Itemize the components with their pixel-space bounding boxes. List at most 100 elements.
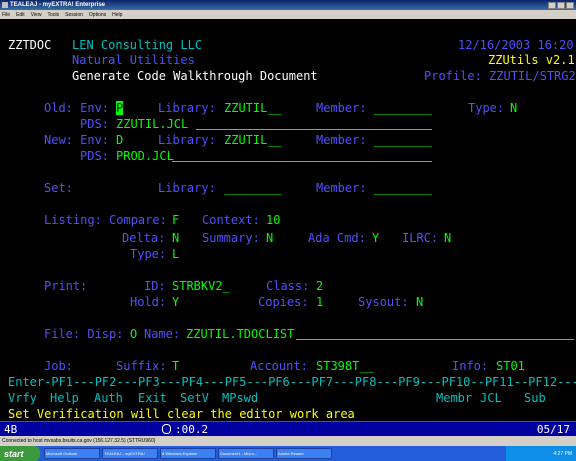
job-label: Job: [44,359,73,373]
pfkey-exit[interactable]: Exit [138,391,167,405]
file-name-field[interactable]: ZZUTIL.TDOCLIST [186,327,294,341]
file-disp-label: File: Disp: [44,327,124,341]
old-env-label: Old: Env: [44,101,110,115]
new-library-label: Library: [158,133,216,147]
start-label: start [4,448,24,459]
old-member-field[interactable]: ________ [374,101,432,115]
job-suffix-label: Suffix: [116,359,167,373]
old-env-field[interactable]: P [116,101,124,115]
print-label: Print: [44,279,88,293]
listing-summary-label: Summary: [202,231,260,245]
old-library-field[interactable]: ZZUTIL__ [224,101,282,115]
program-id: ZZTDOC [8,38,52,52]
task-item[interactable]: 8 Windows Explorer [160,448,216,459]
new-member-label: Member: [316,133,367,147]
file-name-underline [296,327,574,340]
new-pds-underline [172,149,432,162]
pfkey-membr[interactable]: Membr [436,391,472,405]
listing-delta-label: Delta: [122,231,166,245]
listing-compare-label: Listing: Compare: [44,213,167,227]
system-tray: 4:27 PM [506,446,576,461]
minimize-icon[interactable] [548,1,556,9]
new-member-field[interactable]: ________ [374,133,432,147]
header-date: 12/16/2003 16:20 [458,38,574,52]
set-library-label: Library: [158,181,216,195]
start-button[interactable]: start [0,446,40,461]
listing-delta-field[interactable]: N [172,231,179,245]
menu-view[interactable]: View [31,12,42,18]
pfkey-jcl[interactable]: JCL [480,391,502,405]
pfkey-sub[interactable]: Sub [524,391,546,405]
window-controls [548,1,574,9]
window-title: TEALEAJ - myEXTRA! Enterprise [10,2,106,8]
job-account-field[interactable]: ST398T__ [316,359,374,373]
new-env-label: New: Env: [44,133,110,147]
clock[interactable]: 4:27 PM [553,451,572,457]
menu-file[interactable]: File [2,12,10,18]
message-line: Set Verification will clear the editor w… [8,407,355,421]
set-member-field[interactable]: ________ [374,181,432,195]
job-info-field[interactable]: ST01 [496,359,525,373]
listing-ilrc-label: ILRC: [402,231,439,245]
print-hold-field[interactable]: Y [172,295,179,309]
cursor-position: 05/17 [536,423,570,436]
task-item[interactable]: Adobe Reader [276,448,332,459]
old-member-label: Member: [316,101,367,115]
listing-summary-field[interactable]: N [266,231,273,245]
new-pds-label: PDS: [80,149,109,163]
listing-type-label: Type: [130,247,167,261]
page-title: Generate Code Walkthrough Document [72,69,318,83]
app-icon [2,2,8,8]
set-label: Set: [44,181,73,195]
task-list: Microsoft Outlook TEALEAJ - myEXTRA! 8 W… [44,448,332,459]
menu-options[interactable]: Options [89,12,106,18]
close-icon[interactable] [566,1,574,9]
listing-type-field[interactable]: L [172,247,179,261]
menu-tools[interactable]: Tools [47,12,59,18]
print-copies-field[interactable]: 1 [316,295,323,309]
new-library-field[interactable]: ZZUTIL__ [224,133,282,147]
connection-status: Connected to host mvsabs.bsuits.ca.gov (… [0,436,576,446]
pfkey-line: Enter-PF1---PF2---PF3---PF4---PF5---PF6-… [8,375,576,389]
maximize-icon[interactable] [557,1,565,9]
file-disp-field[interactable]: O [130,327,137,341]
print-sysout-field[interactable]: N [416,295,423,309]
old-pds-underline [196,117,432,130]
pfkey-mpswd[interactable]: MPswd [222,391,258,405]
new-env-field[interactable]: D [116,133,123,147]
listing-ilrc-field[interactable]: N [444,231,451,245]
listing-compare-field[interactable]: F [172,213,179,227]
pfkey-setv[interactable]: SetV [180,391,209,405]
listing-context-label: Context: [202,213,260,227]
window-titlebar[interactable]: TEALEAJ - myEXTRA! Enterprise [0,0,576,10]
listing-adacmd-label: Ada Cmd: [308,231,366,245]
listing-context-field[interactable]: 10 [266,213,280,227]
set-library-field[interactable]: ________ [224,181,282,195]
pfkey-auth[interactable]: Auth [94,391,123,405]
old-pds-field[interactable]: ZZUTIL.JCL [116,117,188,131]
old-type-label: Type: [468,101,505,115]
menu-session[interactable]: Session [65,12,83,18]
job-account-label: Account: [250,359,308,373]
print-hold-label: Hold: [130,295,167,309]
job-suffix-field[interactable]: T [172,359,179,373]
print-copies-label: Copies: [258,295,309,309]
menu-help[interactable]: Help [112,12,122,18]
pfkey-vrfy[interactable]: Vrfy [8,391,37,405]
print-id-field[interactable]: STRBKV2_ [172,279,230,293]
old-pds-label: PDS: [80,117,109,131]
file-name-label: Name: [144,327,181,341]
terminal-screen[interactable]: ZZTDOC LEN Consulting LLC 12/16/2003 16:… [0,19,576,421]
task-item[interactable]: Document1 - Micro... [218,448,274,459]
version: ZZUtils v2.1 [488,53,575,67]
menu-edit[interactable]: Edit [16,12,25,18]
print-class-field[interactable]: 2 [316,279,323,293]
listing-adacmd-field[interactable]: Y [372,231,379,245]
task-item[interactable]: Microsoft Outlook [44,448,100,459]
old-type-field[interactable]: N [510,101,517,115]
new-pds-field[interactable]: PROD.JCL [116,149,174,163]
company-name: LEN Consulting LLC [72,38,203,52]
pfkey-help[interactable]: Help [50,391,79,405]
status-bar: 4B :00.2 05/17 [0,421,576,436]
task-item[interactable]: TEALEAJ - myEXTRA! [102,448,158,459]
